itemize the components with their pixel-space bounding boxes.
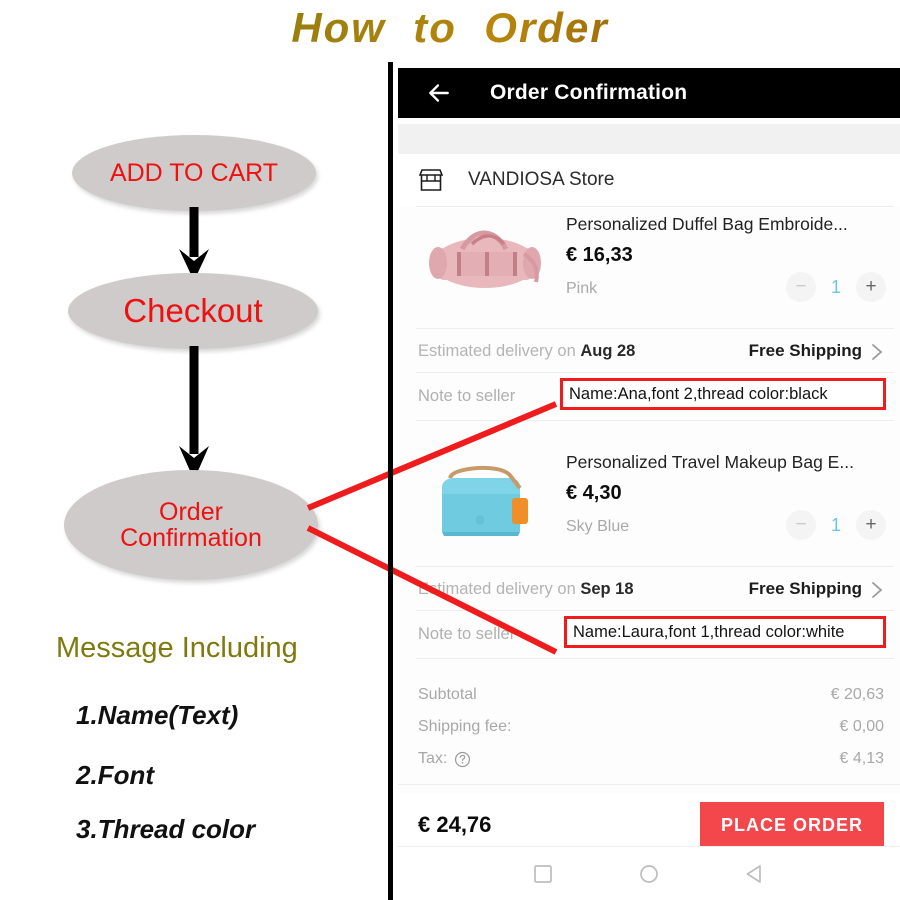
flow-step-order-confirmation: Order Confirmation xyxy=(64,470,318,580)
flow-step-label-line2: Confirmation xyxy=(120,524,262,552)
totals-label: Shipping fee: xyxy=(418,718,512,735)
divider xyxy=(416,372,894,373)
divider xyxy=(416,658,894,659)
note-row: Note to seller Name:Laura,font 1,thread … xyxy=(398,616,900,656)
delivery-prefix: Estimated delivery on xyxy=(418,580,581,598)
delivery-label: Estimated delivery on Sep 18 xyxy=(418,580,634,599)
quantity-increase-button[interactable]: + xyxy=(856,272,886,302)
quantity-value: 1 xyxy=(830,276,841,297)
note-to-seller-value: Name:Ana,font 2,thread color:black xyxy=(569,384,828,403)
question-circle-icon[interactable] xyxy=(454,751,471,768)
note-to-seller-box[interactable]: Name:Laura,font 1,thread color:white xyxy=(564,616,886,648)
flow-step-label: Checkout xyxy=(123,291,263,329)
section-gap xyxy=(398,124,900,154)
note-row: Note to seller Name:Ana,font 2,thread co… xyxy=(398,378,900,418)
totals-label: Tax: xyxy=(418,750,471,768)
divider xyxy=(416,206,894,207)
divider xyxy=(416,610,894,611)
app-bar-title: Order Confirmation xyxy=(490,81,688,104)
back-arrow-icon[interactable] xyxy=(426,80,452,106)
app-bar: Order Confirmation xyxy=(398,68,900,118)
note-to-seller-label: Note to seller xyxy=(418,625,516,643)
totals-row-subtotal: Subtotal € 20,63 xyxy=(398,682,900,712)
shipping-label[interactable]: Free Shipping xyxy=(749,579,862,599)
phone-left-bezel xyxy=(388,62,393,900)
page-title: How to Order xyxy=(0,4,900,52)
totals-label-text: Tax: xyxy=(418,750,448,767)
divider xyxy=(416,420,894,421)
product-title: Personalized Travel Makeup Bag E... xyxy=(566,452,854,472)
quantity-increase-button[interactable]: + xyxy=(856,510,886,540)
divider xyxy=(416,566,894,567)
delivery-row: Estimated delivery on Aug 28 Free Shippi… xyxy=(398,334,900,372)
message-including-heading: Message Including xyxy=(56,632,298,664)
flow-step-label: ADD TO CART xyxy=(109,158,279,187)
phone-mockup: Order Confirmation VANDIOSA Store Person… xyxy=(388,62,900,900)
product-row[interactable]: Personalized Travel Makeup Bag E... € 4,… xyxy=(398,448,900,556)
delivery-date: Sep 18 xyxy=(580,580,634,598)
message-item-name: 1.Name(Text) xyxy=(76,700,239,730)
product-price: € 4,30 xyxy=(566,482,622,504)
quantity-decrease-button[interactable]: − xyxy=(786,510,816,540)
totals-value: € 20,63 xyxy=(830,686,884,703)
totals-value: € 0,00 xyxy=(839,718,884,735)
product-image-makeup-bag xyxy=(442,465,528,536)
home-circle-icon[interactable] xyxy=(638,863,660,885)
flow-arrow-down-2 xyxy=(179,346,209,480)
store-name: VANDIOSA Store xyxy=(468,169,615,190)
totals-label: Subtotal xyxy=(418,686,477,703)
product-variant: Pink xyxy=(566,280,598,297)
delivery-date: Aug 28 xyxy=(580,342,636,360)
flow-step-label-line1: Order xyxy=(159,497,223,526)
grand-total-amount: € 24,76 xyxy=(418,812,492,837)
quantity-decrease-button[interactable]: − xyxy=(786,272,816,302)
recents-square-icon[interactable] xyxy=(532,863,554,885)
note-to-seller-value: Name:Laura,font 1,thread color:white xyxy=(573,622,845,641)
divider xyxy=(416,328,894,329)
delivery-row: Estimated delivery on Sep 18 Free Shippi… xyxy=(398,572,900,610)
product-title: Personalized Duffel Bag Embroide... xyxy=(566,214,848,234)
chevron-right-icon[interactable] xyxy=(870,580,884,600)
message-item-font: 2.Font xyxy=(76,760,154,790)
divider xyxy=(398,784,900,785)
message-item-thread-color: 3.Thread color xyxy=(76,814,256,844)
android-nav-bar xyxy=(398,846,900,900)
note-to-seller-label: Note to seller xyxy=(418,387,516,405)
flow-step-add-to-cart: ADD TO CART xyxy=(72,135,316,211)
chevron-right-icon[interactable] xyxy=(870,342,884,362)
quantity-stepper[interactable]: − 1 + xyxy=(786,272,886,302)
flow-step-checkout: Checkout xyxy=(68,273,318,349)
product-price: € 16,33 xyxy=(566,244,633,266)
phone-screen: Order Confirmation VANDIOSA Store Person… xyxy=(398,62,900,900)
quantity-stepper[interactable]: − 1 + xyxy=(786,510,886,540)
delivery-label: Estimated delivery on Aug 28 xyxy=(418,342,635,361)
shipping-label[interactable]: Free Shipping xyxy=(749,341,862,361)
product-variant: Sky Blue xyxy=(566,518,630,535)
totals-value: € 4,13 xyxy=(839,750,884,767)
place-order-button[interactable]: PLACE ORDER xyxy=(700,802,884,848)
product-image-duffel-bag xyxy=(429,230,541,288)
store-icon xyxy=(418,169,444,191)
quantity-value: 1 xyxy=(830,514,841,535)
note-to-seller-box[interactable]: Name:Ana,font 2,thread color:black xyxy=(560,378,886,410)
product-row[interactable]: Personalized Duffel Bag Embroide... € 16… xyxy=(398,210,900,318)
store-row[interactable]: VANDIOSA Store xyxy=(398,154,900,206)
delivery-prefix: Estimated delivery on xyxy=(418,342,581,360)
back-triangle-icon[interactable] xyxy=(744,863,766,885)
totals-row-shipping: Shipping fee: € 0,00 xyxy=(398,714,900,744)
totals-row-tax: Tax: € 4,13 xyxy=(398,746,900,776)
